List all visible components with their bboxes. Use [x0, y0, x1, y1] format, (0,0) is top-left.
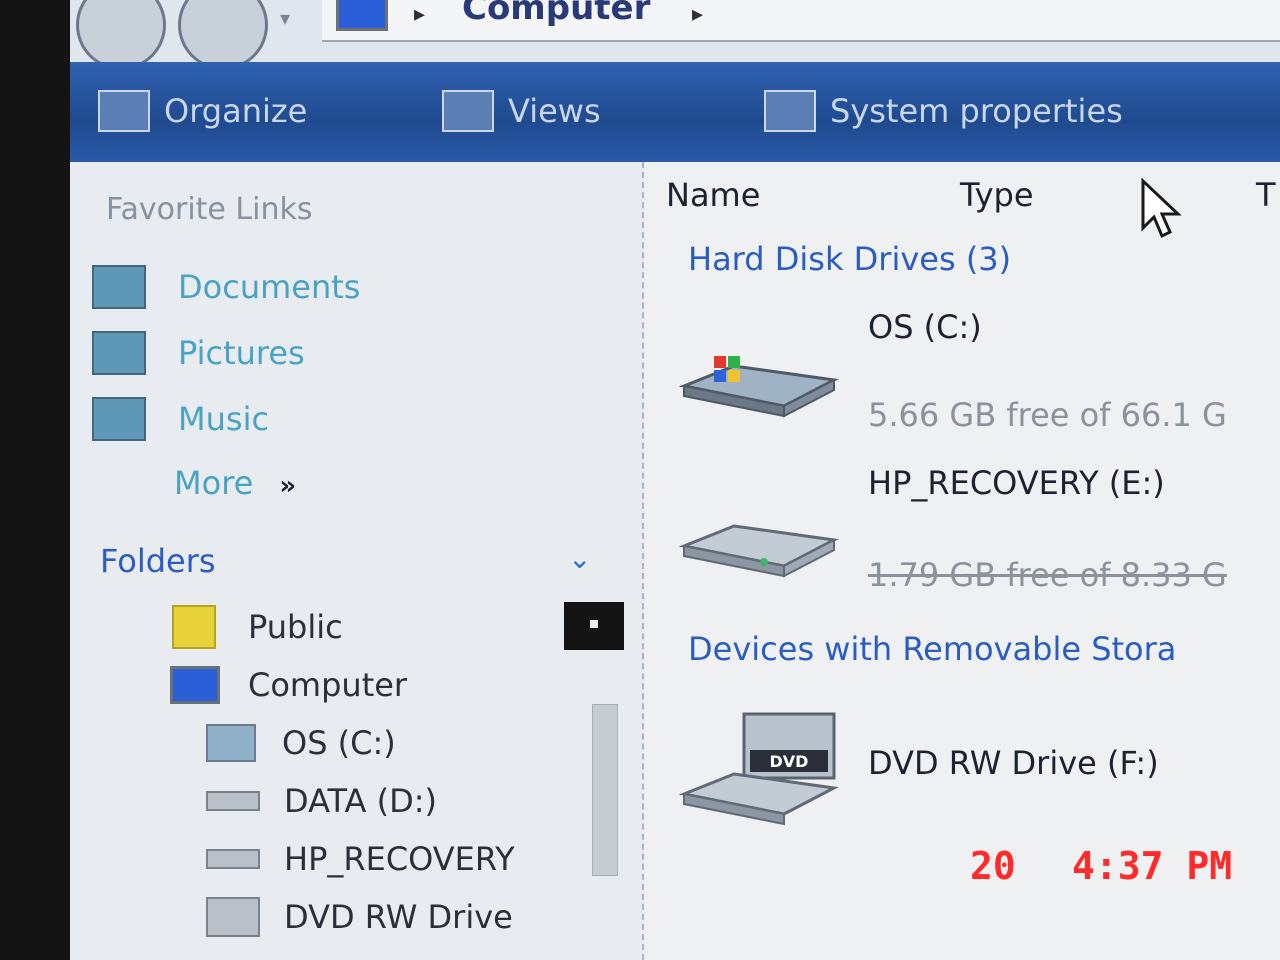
mouse-pointer-icon	[1141, 178, 1182, 239]
command-bar: Organize Views System properties	[70, 62, 1280, 162]
recent-pages-dropdown-icon[interactable]: ▾	[280, 6, 290, 30]
more-favorites-link[interactable]: More »	[174, 464, 296, 502]
organize-label: Organize	[164, 92, 308, 130]
tree-item-data-d[interactable]: DATA (D:)	[206, 776, 437, 826]
folders-header[interactable]: Folders	[100, 542, 216, 580]
organize-icon	[98, 90, 150, 132]
tree-label: DVD RW Drive	[284, 898, 513, 936]
camera-time-stamp: 4:37 PM	[1072, 844, 1233, 888]
drive-free-space: 1.79 GB free of 8.33 G	[868, 556, 1227, 594]
dvd-drive-icon[interactable]: DVD	[674, 710, 840, 828]
system-properties-label: System properties	[830, 92, 1123, 130]
hard-drive-icon	[206, 849, 260, 869]
chevron-down-icon[interactable]: ⌄	[568, 542, 591, 575]
os-drive-icon	[206, 724, 256, 762]
double-chevron-icon: »	[279, 471, 297, 501]
tree-item-computer[interactable]: Computer	[170, 660, 407, 710]
favorite-label: Documents	[178, 268, 361, 306]
breadcrumb-computer[interactable]: Computer	[462, 0, 650, 28]
music-icon	[92, 397, 146, 441]
dvd-drive-icon	[206, 897, 260, 937]
drive-name-dvd-rw[interactable]: DVD RW Drive (F:)	[868, 744, 1159, 782]
computer-icon	[170, 666, 220, 704]
breadcrumb-arrow-icon[interactable]: ▸	[414, 2, 425, 27]
tree-item-dvd-rw-drive[interactable]: DVD RW Drive	[206, 892, 513, 942]
tree-item-public[interactable]: Public	[172, 602, 343, 652]
tree-label: OS (C:)	[282, 724, 396, 762]
tree-label: DATA (D:)	[284, 782, 437, 820]
group-header-removable-storage[interactable]: Devices with Removable Stora	[688, 630, 1176, 668]
system-properties-button[interactable]: System properties	[764, 86, 1123, 136]
favorite-pictures[interactable]: Pictures	[92, 328, 305, 378]
monitor-bezel	[0, 0, 70, 960]
column-header-name[interactable]: Name	[666, 176, 760, 214]
folder-icon	[172, 605, 216, 649]
drive-name-os-c[interactable]: OS (C:)	[868, 308, 982, 346]
drive-name-hp-recovery[interactable]: HP_RECOVERY (E:)	[868, 464, 1165, 502]
address-bar-area: ▾ ▸ Computer ▸	[70, 0, 1280, 70]
tree-label: Computer	[248, 666, 408, 704]
svg-text:DVD: DVD	[770, 752, 809, 771]
more-label: More	[174, 464, 254, 502]
breadcrumb-arrow-icon[interactable]: ▸	[692, 2, 703, 27]
tree-label: HP_RECOVERY	[284, 840, 515, 878]
views-button[interactable]: Views	[442, 86, 601, 136]
favorite-label: Music	[178, 400, 270, 438]
documents-icon	[92, 265, 146, 309]
group-header-hard-disk-drives[interactable]: Hard Disk Drives (3)	[688, 240, 1011, 278]
explorer-window: ▾ ▸ Computer ▸ Organize Views System pro…	[70, 0, 1280, 960]
favorite-music[interactable]: Music	[92, 394, 269, 444]
column-header-truncated[interactable]: T	[1256, 176, 1276, 214]
views-label: Views	[508, 92, 601, 130]
camera-date-stamp: 20	[970, 844, 1016, 888]
hard-drive-icon[interactable]	[674, 510, 840, 580]
tree-label: Public	[248, 608, 343, 646]
favorite-documents[interactable]: Documents	[92, 262, 360, 312]
hard-drive-icon	[206, 791, 260, 811]
organize-button[interactable]: Organize	[98, 86, 307, 136]
back-button[interactable]	[76, 0, 166, 70]
system-properties-icon	[764, 90, 816, 132]
favorite-label: Pictures	[178, 334, 305, 372]
nav-pane-scrollbar[interactable]	[592, 704, 618, 876]
address-field[interactable]: ▸ Computer ▸	[322, 0, 1280, 42]
tree-item-os-c[interactable]: OS (C:)	[206, 718, 396, 768]
pictures-icon	[92, 331, 146, 375]
scroll-thumb-icon	[564, 602, 624, 650]
column-header-type[interactable]: Type	[960, 176, 1034, 214]
computer-icon	[336, 0, 388, 31]
views-icon	[442, 90, 494, 132]
drive-free-space: 5.66 GB free of 66.1 G	[868, 396, 1227, 434]
tree-item-hp-recovery[interactable]: HP_RECOVERY	[206, 834, 515, 884]
navigation-pane: Favorite Links Documents Pictures Music …	[70, 162, 644, 960]
content-pane: Name Type T Hard Disk Drives (3) OS (C:)…	[644, 162, 1280, 960]
os-drive-icon[interactable]	[674, 350, 840, 420]
forward-button[interactable]	[178, 0, 268, 70]
favorite-links-header: Favorite Links	[106, 192, 313, 227]
